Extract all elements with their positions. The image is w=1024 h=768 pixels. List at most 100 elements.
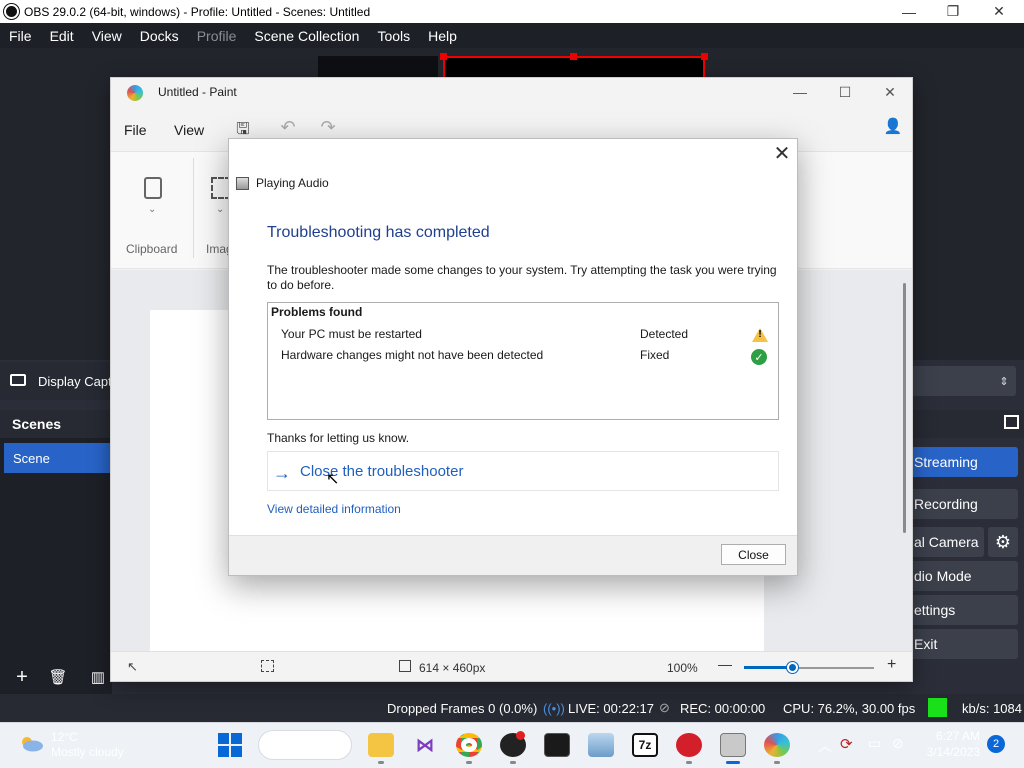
streaming-label: Streaming bbox=[914, 454, 978, 470]
running-indicator bbox=[510, 761, 516, 764]
minimize-icon[interactable]: — bbox=[886, 0, 932, 23]
resize-handle[interactable] bbox=[701, 53, 708, 60]
sync-icon[interactable]: ⟳ bbox=[840, 735, 853, 753]
redo-icon[interactable]: ↷ bbox=[318, 117, 338, 138]
virtual-camera-button[interactable]: al Camera bbox=[912, 527, 984, 557]
exit-label: Exit bbox=[914, 636, 938, 652]
menu-edit[interactable]: Edit bbox=[41, 28, 83, 44]
taskbar-search[interactable]: ⌕ Search bbox=[258, 730, 352, 760]
settings-button[interactable]: ettings bbox=[912, 595, 1018, 625]
file-explorer-icon[interactable] bbox=[368, 733, 394, 757]
menu-tools[interactable]: Tools bbox=[368, 28, 419, 44]
problem-row[interactable]: Hardware changes might not have been det… bbox=[268, 346, 778, 366]
close-icon[interactable]: ✕ bbox=[867, 78, 913, 106]
notification-badge[interactable]: 2 bbox=[987, 735, 1005, 753]
recording-label: Recording bbox=[914, 496, 978, 512]
close-icon[interactable]: ✕ bbox=[765, 139, 799, 167]
clock-date[interactable]: 3/14/2023 bbox=[924, 745, 980, 759]
filter-icon[interactable]: ▥ bbox=[85, 664, 111, 690]
menu-docks[interactable]: Docks bbox=[131, 28, 188, 44]
chevron-down-icon[interactable]: ⌄ bbox=[216, 204, 224, 215]
monitor-icon bbox=[10, 374, 26, 386]
weather-temperature[interactable]: 12°C bbox=[51, 730, 78, 744]
obs-window-title: OBS 29.0.2 (64-bit, windows) - Profile: … bbox=[24, 4, 371, 19]
scenes-title: Scenes bbox=[12, 416, 62, 432]
problem-row[interactable]: Your PC must be restarted Detected ! bbox=[268, 325, 778, 345]
obs-menu-bar: File Edit View Docks Profile Scene Colle… bbox=[0, 23, 1024, 48]
troubleshooter-taskbar-icon[interactable] bbox=[720, 733, 746, 757]
zoom-level-text: 100% bbox=[667, 661, 698, 675]
gear-icon[interactable]: ⚙ bbox=[988, 527, 1018, 557]
chevron-down-icon[interactable]: ⌄ bbox=[148, 204, 156, 215]
volume-muted-icon[interactable]: ⊘ bbox=[892, 735, 904, 752]
menu-profile[interactable]: Profile bbox=[188, 28, 246, 44]
zoom-out-icon[interactable]: — bbox=[718, 656, 732, 672]
clock-time[interactable]: 6:27 AM bbox=[924, 729, 980, 743]
dock-float-icon[interactable] bbox=[1004, 415, 1019, 429]
photos-icon[interactable] bbox=[588, 733, 614, 757]
start-recording-button[interactable]: Recording bbox=[912, 489, 1018, 519]
selection-size-icon bbox=[261, 660, 274, 672]
obs-logo-icon bbox=[4, 4, 19, 19]
rec-time: REC: 00:00:00 bbox=[680, 700, 766, 716]
close-button[interactable]: Close bbox=[721, 544, 786, 565]
menu-help[interactable]: Help bbox=[419, 28, 466, 44]
cpu-usage: CPU: 76.2%, 30.00 fps bbox=[783, 700, 916, 716]
menu-file[interactable]: File bbox=[0, 28, 41, 44]
trash-icon[interactable]: 🗑 bbox=[45, 664, 71, 690]
visual-studio-icon[interactable]: ⋈ bbox=[412, 733, 438, 757]
menu-scene-collection[interactable]: Scene Collection bbox=[245, 28, 368, 44]
chevron-up-icon[interactable]: ︿ bbox=[818, 736, 832, 756]
cloud-icon[interactable] bbox=[18, 734, 44, 752]
clipboard-icon[interactable] bbox=[144, 177, 162, 199]
maximize-icon[interactable]: ❐ bbox=[930, 0, 976, 23]
obs-status-bar: Dropped Frames 0 (0.0%) ((•)) LIVE: 00:2… bbox=[0, 694, 1024, 722]
resize-handle[interactable] bbox=[440, 53, 447, 60]
live-icon: ((•)) bbox=[543, 700, 565, 716]
running-indicator bbox=[774, 761, 780, 764]
start-streaming-button[interactable]: Streaming bbox=[912, 447, 1018, 477]
studio-mode-label: dio Mode bbox=[914, 568, 972, 584]
paint-taskbar-icon[interactable] bbox=[764, 733, 790, 757]
weather-description[interactable]: Mostly cloudy bbox=[51, 745, 124, 759]
close-troubleshooter-link[interactable]: Close the troubleshooter bbox=[300, 463, 463, 480]
scene-list-item[interactable]: Scene bbox=[4, 443, 110, 473]
spin-arrows-icon[interactable]: ⇕ bbox=[992, 366, 1016, 396]
studio-mode-button[interactable]: dio Mode bbox=[912, 561, 1018, 591]
running-indicator bbox=[378, 761, 384, 764]
account-icon[interactable]: 👤 bbox=[882, 117, 904, 135]
problem-name: Your PC must be restarted bbox=[281, 327, 422, 341]
windows-start-icon[interactable] bbox=[218, 733, 242, 757]
search-label: Search bbox=[291, 737, 333, 753]
dialog-heading: Troubleshooting has completed bbox=[267, 224, 490, 241]
maximize-icon[interactable]: ☐ bbox=[822, 78, 868, 106]
close-icon[interactable]: ✕ bbox=[976, 0, 1022, 23]
view-details-link[interactable]: View detailed information bbox=[267, 502, 401, 516]
paint-menu-view[interactable]: View bbox=[174, 122, 204, 138]
7zip-icon[interactable]: 7z bbox=[632, 733, 658, 757]
minimize-icon[interactable]: — bbox=[777, 78, 823, 106]
zoom-in-icon[interactable]: + bbox=[887, 656, 896, 674]
chrome-icon[interactable] bbox=[456, 733, 482, 757]
add-icon[interactable]: + bbox=[9, 664, 35, 690]
running-indicator bbox=[686, 761, 692, 764]
media-player-icon[interactable] bbox=[676, 733, 702, 757]
problem-name: Hardware changes might not have been det… bbox=[281, 348, 544, 362]
menu-view[interactable]: View bbox=[83, 28, 131, 44]
dialog-description: The troubleshooter made some changes to … bbox=[267, 263, 777, 292]
exit-button[interactable]: Exit bbox=[912, 629, 1018, 659]
vertical-scrollbar[interactable] bbox=[903, 283, 906, 533]
paint-menu-file[interactable]: File bbox=[124, 122, 147, 138]
display-icon[interactable]: ▭ bbox=[868, 735, 881, 752]
terminal-icon[interactable] bbox=[544, 733, 570, 757]
scenes-dock-header: Scenes bbox=[0, 410, 112, 438]
virtual-camera-label: al Camera bbox=[914, 534, 979, 550]
problems-list: Problems found Your PC must be restarted… bbox=[267, 302, 779, 420]
zoom-slider-thumb[interactable] bbox=[787, 662, 798, 673]
undo-icon[interactable]: ↶ bbox=[278, 117, 298, 138]
ribbon-divider bbox=[193, 158, 194, 258]
stream-health-indicator bbox=[928, 698, 947, 717]
resize-handle[interactable] bbox=[570, 53, 577, 60]
source-name: Display Capt bbox=[38, 373, 112, 389]
problem-status: Fixed bbox=[640, 348, 670, 362]
